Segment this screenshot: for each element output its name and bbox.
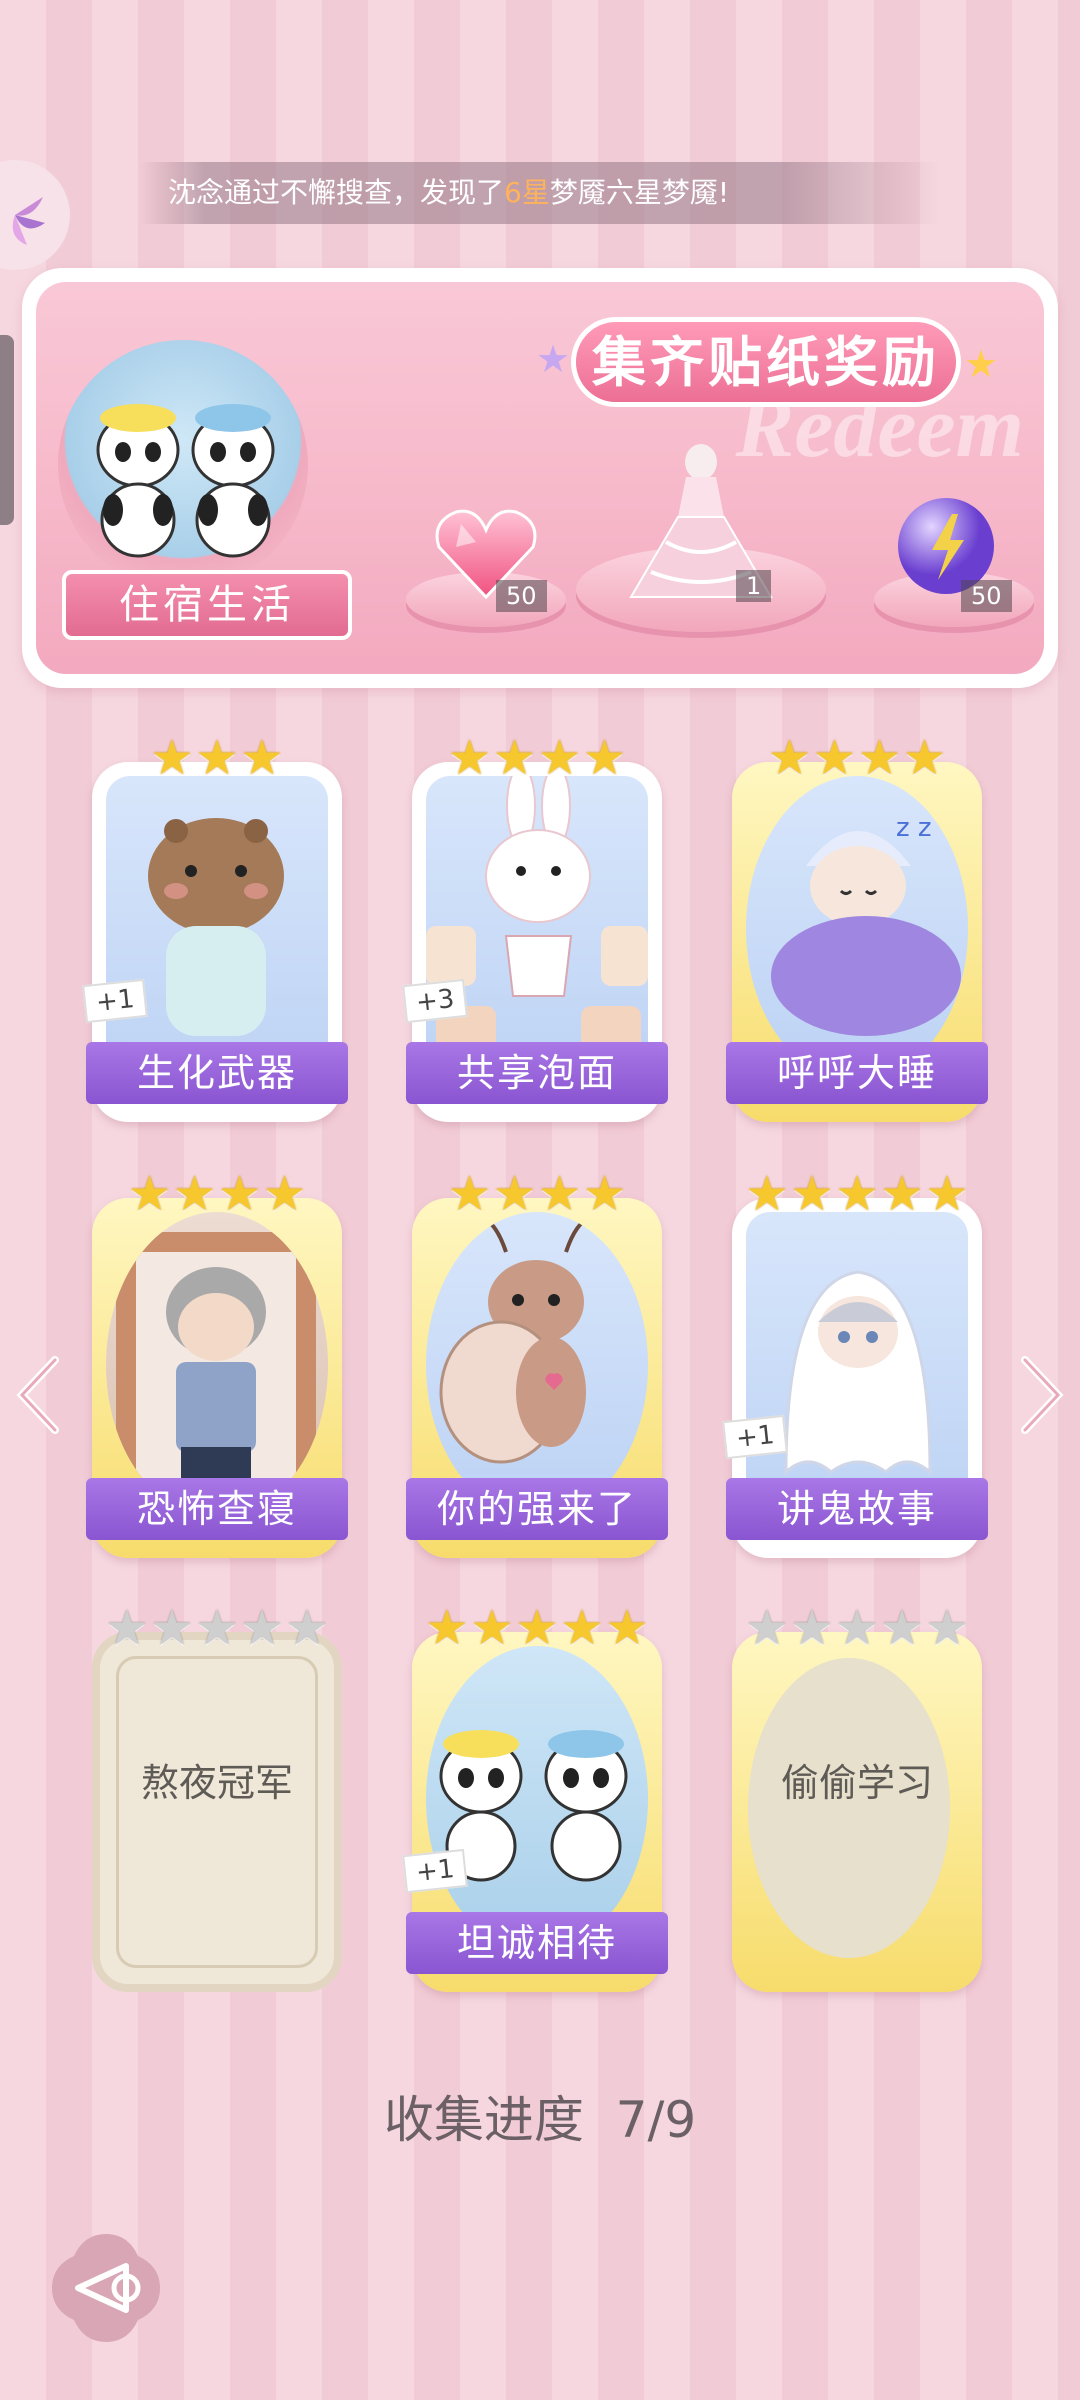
star-icon: ★ [925,1166,969,1222]
cockroach-icon [439,1215,592,1464]
progress-value: 7/9 [615,2091,697,2149]
star-rating: ★ ★ ★ ★ [732,732,982,784]
star-icon: ★ [835,1166,879,1222]
star-icon: ★ [218,1166,262,1222]
bathing-pandas-icon [439,1730,628,1882]
star-icon: ★ [790,1166,834,1222]
star-icon: ★ [538,730,582,786]
bunny-noodles-icon [426,776,648,1056]
star-rating: ★ ★ ★ [92,732,342,784]
reward-count: 50 [496,580,547,612]
star-rating: ★ ★ ★ ★ [412,1168,662,1220]
star-icon: ★ [240,730,284,786]
reward-count: 1 [736,570,772,602]
duplicate-count-tag: +1 [402,1848,469,1894]
star-icon: ★ [263,1166,307,1222]
reward-count: 50 [961,580,1012,612]
star-rating: ★ ★ ★ ★ [92,1168,342,1220]
collection-name: 住宿生活 [62,570,352,640]
card-name: 熬夜冠军 [140,1761,293,1805]
star-icon: ★ [745,1166,789,1222]
side-drawer-tab[interactable] [0,335,14,525]
star-icon: ★ [492,1166,536,1222]
star-icon: ★ [127,1166,171,1222]
star-icon: ★ [150,1600,194,1656]
star-icon: ★ [492,730,536,786]
star-icon: ★ [880,1600,924,1656]
duplicate-count-tag: +1 [82,978,149,1024]
star-icon: ★ [240,1600,284,1656]
reward-title: 集齐贴纸奖励 [576,322,956,402]
star-rating: ★ ★ ★ ★ ★ [732,1602,982,1654]
star-icon: ★ [538,1166,582,1222]
duplicate-count-tag: +1 [722,1414,789,1460]
card-name: 坦诚相待 [406,1912,668,1974]
star-icon: ★ [812,730,856,786]
card-name: 讲鬼故事 [726,1478,988,1540]
card-name: 呼呼大睡 [726,1042,988,1104]
bathing-pandas-icon [96,404,275,558]
card-name: 恐怖查寝 [86,1478,348,1540]
capybara-icon [148,818,284,1036]
star-rating: ★ ★ ★ ★ [412,732,662,784]
star-icon: ★ [903,730,947,786]
prev-page-button[interactable] [10,1350,70,1440]
ticker-highlight: 6星 [504,176,550,209]
star-icon: ★ [560,1600,604,1656]
card-name: 共享泡面 [406,1042,668,1104]
star-icon: ★ [583,730,627,786]
ticker-suffix: 梦魇六星梦魇! [549,176,730,209]
ticker-prefix: 沈念通过不懈搜查，发现了 [168,176,505,209]
star-icon: ★ [925,1600,969,1656]
card-name: 生化武器 [86,1042,348,1104]
star-icon: ★ [583,1166,627,1222]
star-icon: ★ [880,1166,924,1222]
sleeping-boy-icon: z z [771,813,961,1036]
next-page-button[interactable] [1010,1350,1070,1440]
news-ticker: 沈念通过不懈搜查，发现了6星梦魇六星梦魇! [140,162,940,224]
star-icon: ★ [195,1600,239,1656]
star-icon: ★ [195,730,239,786]
star-icon: ★ [605,1600,649,1656]
collection-badge[interactable] [58,340,308,590]
star-icon: ★ [835,1600,879,1656]
star-icon: ★ [767,730,811,786]
star-rating: ★ ★ ★ ★ ★ [92,1602,342,1654]
star-decor-icon: ★ [964,342,999,386]
pinwheel-icon [12,197,45,245]
menu-fab-button[interactable] [0,160,70,270]
star-icon: ★ [790,1600,834,1656]
back-button[interactable] [48,2230,164,2346]
card-name: 偷偷学习 [780,1761,933,1805]
back-arrow-icon [52,2234,160,2342]
chevron-left-icon [16,1356,59,1434]
ghost-boy-icon [784,1270,932,1476]
star-rating: ★ ★ ★ ★ ★ [412,1602,662,1654]
star-icon: ★ [515,1600,559,1656]
star-icon: ★ [858,730,902,786]
star-icon: ★ [105,1600,149,1656]
star-icon: ★ [172,1166,216,1222]
progress-label: 收集进度 [383,2091,584,2149]
star-icon: ★ [745,1600,789,1656]
star-decor-icon: ★ [536,337,571,381]
star-icon: ★ [447,1166,491,1222]
star-icon: ★ [285,1600,329,1656]
star-icon: ★ [447,730,491,786]
star-icon: ★ [150,730,194,786]
chevron-right-icon [1021,1356,1064,1434]
card-name: 你的强来了 [406,1478,668,1540]
star-icon: ★ [425,1600,469,1656]
star-rating: ★ ★ ★ ★ ★ [732,1168,982,1220]
svg-text:z z: z z [896,813,932,843]
duplicate-count-tag: +3 [402,978,469,1024]
dorm-inspector-icon [116,1232,316,1502]
star-icon: ★ [470,1600,514,1656]
collection-progress: 收集进度 7/9 [0,2080,1080,2152]
